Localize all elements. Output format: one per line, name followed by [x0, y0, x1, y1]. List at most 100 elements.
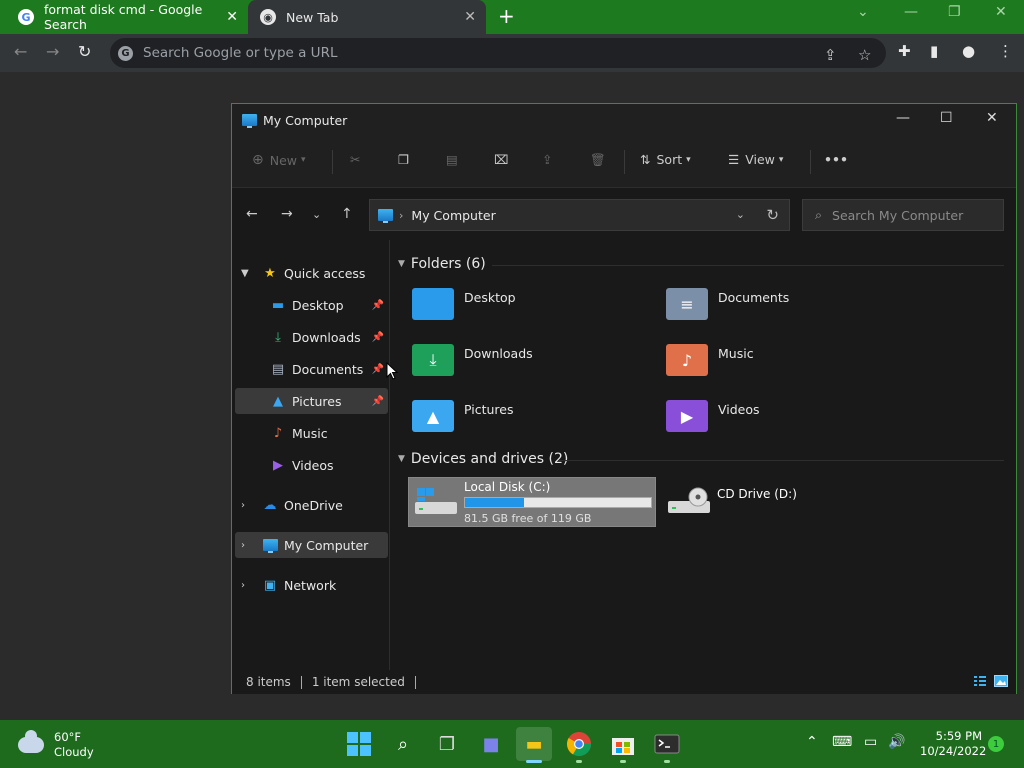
breadcrumb-my-computer[interactable]: My Computer [411, 208, 495, 223]
drive-local-disk-c[interactable]: Local Disk (C:) 81.5 GB free of 119 GB [408, 477, 656, 527]
nav-network[interactable]: › ▣ Network [235, 572, 388, 598]
profile-icon[interactable]: ● [962, 42, 975, 60]
omnibox-placeholder: Search Google or type a URL [143, 45, 338, 61]
nav-label: Quick access [284, 265, 366, 281]
status-bar: 8 items 1 item selected [232, 670, 1016, 694]
paste-icon[interactable]: ▤ [446, 152, 458, 167]
bookmark-star-icon[interactable]: ☆ [858, 46, 871, 64]
share-icon[interactable]: ⇪ [542, 152, 552, 167]
back-icon[interactable]: ← [246, 206, 258, 222]
divider [332, 150, 333, 174]
nav-label: Network [284, 577, 337, 593]
nav-videos[interactable]: ▶ Videos [235, 452, 388, 478]
folders-group-header[interactable]: ▼ Folders (6) [398, 256, 486, 272]
rename-icon[interactable]: ⌧ [494, 152, 508, 167]
folder-documents[interactable]: ≡ Documents [646, 280, 886, 328]
forward-icon[interactable]: → [46, 42, 59, 61]
back-icon[interactable]: ← [14, 42, 27, 61]
task-view-icon[interactable]: ❐ [434, 731, 460, 757]
new-button[interactable]: ⊕ New ▾ [252, 152, 306, 168]
nav-quick-access[interactable]: ▼ ★ Quick access [235, 260, 388, 286]
forward-icon[interactable]: → [281, 206, 293, 222]
address-bar[interactable]: › My Computer ⌄ ↻ [369, 199, 790, 231]
tab-new-tab[interactable]: ◉ New Tab ✕ [248, 0, 486, 34]
search-icon[interactable]: ⌕ [390, 731, 416, 757]
share-icon[interactable]: ⇪ [824, 46, 837, 64]
view-button[interactable]: ☰ View ▾ [728, 152, 783, 167]
maximize-icon[interactable]: ❐ [948, 4, 961, 20]
chevron-down-icon: ▾ [301, 155, 306, 165]
copy-icon[interactable]: ❐ [398, 152, 409, 167]
chevron-right-icon[interactable]: › [241, 580, 245, 591]
nav-music[interactable]: ♪ Music [235, 420, 388, 446]
cut-icon[interactable]: ✂ [350, 152, 360, 167]
menu-icon[interactable]: ⋮ [998, 42, 1013, 60]
volume-icon[interactable]: 🔊 [888, 734, 905, 750]
search-box[interactable]: ⌕ Search My Computer [802, 199, 1004, 231]
chevron-down-icon[interactable]: ⌄ [736, 208, 745, 221]
store-icon[interactable] [610, 731, 636, 757]
breadcrumb-chevron-icon[interactable]: › [399, 209, 403, 222]
extensions-icon[interactable]: ✚ [898, 42, 911, 60]
keyboard-icon[interactable]: ⌨ [832, 734, 852, 750]
chat-icon[interactable]: ■ [478, 731, 504, 757]
close-icon[interactable]: ✕ [986, 110, 998, 126]
network-status-icon[interactable]: ▭ [864, 734, 877, 750]
close-window-icon[interactable]: ✕ [995, 4, 1007, 20]
omnibox[interactable]: G Search Google or type a URL ⇪ ☆ [110, 38, 886, 68]
close-icon[interactable]: ✕ [464, 9, 476, 25]
nav-desktop[interactable]: ▬ Desktop 📌 [235, 292, 388, 318]
nav-onedrive[interactable]: › ☁ OneDrive [235, 492, 388, 518]
folder-downloads[interactable]: ⤓ Downloads [392, 336, 632, 384]
terminal-icon[interactable] [654, 731, 680, 757]
delete-icon[interactable]: 🗑 [590, 152, 606, 168]
close-icon[interactable]: ✕ [226, 9, 238, 25]
minimize-icon[interactable]: — [896, 110, 910, 126]
chevron-right-icon[interactable]: › [241, 540, 245, 551]
weather-widget[interactable]: 60°F Cloudy [18, 730, 94, 760]
details-view-icon[interactable] [973, 674, 987, 688]
folder-music[interactable]: ♪ Music [646, 336, 886, 384]
chevron-right-icon[interactable]: › [241, 500, 245, 511]
windows-start-icon[interactable] [346, 731, 372, 757]
tab-search-icon[interactable]: ⌄ [857, 4, 869, 20]
file-explorer-taskbar-icon[interactable]: ▬ [516, 727, 552, 761]
folder-pictures[interactable]: ▲ Pictures [392, 392, 632, 440]
show-hidden-icons-icon[interactable]: ⌃ [806, 734, 818, 750]
computer-icon [378, 209, 393, 223]
folder-label: Downloads [464, 346, 533, 361]
folder-desktop[interactable]: Desktop [392, 280, 632, 328]
clock-time: 5:59 PM [935, 729, 982, 743]
pin-icon[interactable]: 📌 [372, 300, 384, 311]
nav-downloads[interactable]: ⤓ Downloads 📌 [235, 324, 388, 350]
sort-button[interactable]: ⇅ Sort ▾ [640, 152, 691, 167]
nav-label: Documents [292, 361, 364, 377]
view-icon: ☰ [728, 152, 740, 167]
minimize-icon[interactable]: — [904, 4, 918, 20]
nav-documents[interactable]: ▤ Documents 📌 [235, 356, 388, 382]
recent-locations-icon[interactable]: ⌄ [312, 208, 321, 221]
tab-google-search[interactable]: G format disk cmd - Google Search ✕ [0, 0, 248, 34]
desktop-icon: ▬ [271, 297, 285, 313]
drives-group-header[interactable]: ▼ Devices and drives (2) [398, 451, 568, 467]
nav-my-computer[interactable]: › My Computer [235, 532, 388, 558]
new-tab-button[interactable]: + [498, 6, 515, 26]
drive-cd-d[interactable]: CD Drive (D:) [662, 477, 910, 527]
more-options-icon[interactable]: ••• [824, 152, 848, 167]
side-panel-icon[interactable]: ▮ [930, 42, 938, 60]
clock[interactable]: 5:59 PM 10/24/2022 [920, 729, 986, 759]
notification-badge[interactable]: 1 [988, 736, 1004, 752]
chevron-down-icon[interactable]: ▼ [241, 268, 249, 279]
reload-icon[interactable]: ↻ [78, 42, 91, 61]
chrome-icon[interactable] [566, 731, 592, 757]
up-icon[interactable]: ↑ [341, 206, 353, 222]
large-icons-view-icon[interactable] [994, 674, 1008, 688]
folder-videos[interactable]: ▶ Videos [646, 392, 886, 440]
pin-icon[interactable]: 📌 [372, 364, 384, 375]
nav-pictures[interactable]: ▲ Pictures 📌 [235, 388, 388, 414]
pin-icon[interactable]: 📌 [372, 396, 384, 407]
pin-icon[interactable]: 📌 [372, 332, 384, 343]
maximize-icon[interactable]: ☐ [940, 110, 953, 126]
refresh-icon[interactable]: ↻ [766, 206, 779, 224]
computer-icon [242, 114, 257, 128]
